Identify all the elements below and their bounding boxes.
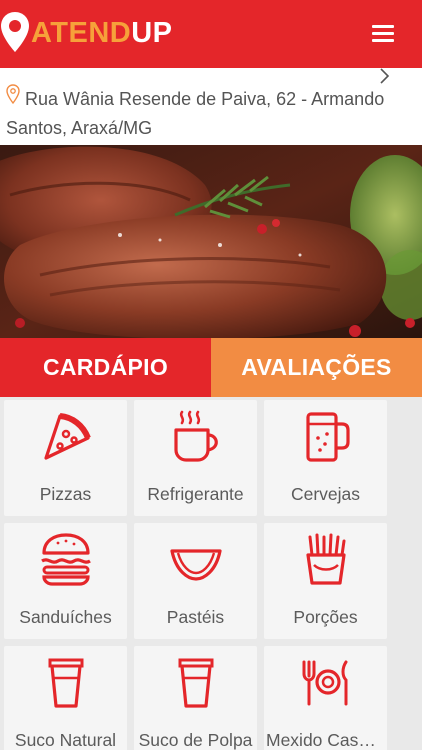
category-label: Sanduíches xyxy=(19,607,112,627)
category-tile-suco-natural[interactable]: Suco Natural xyxy=(4,646,127,750)
cup-icon xyxy=(48,658,84,708)
hot-cup-icon xyxy=(174,410,218,462)
category-label: Mexido Caseiro xyxy=(266,730,387,750)
category-tile-mexido-caseiro[interactable]: Mexido Caseiro xyxy=(264,646,387,750)
logo-text-up: UP xyxy=(131,16,173,49)
hero-image xyxy=(0,145,422,338)
category-label: Pizzas xyxy=(39,484,92,504)
logo-pin-icon xyxy=(1,12,29,52)
category-tile-suco-polpa[interactable]: Suco de Polpa xyxy=(134,646,257,750)
app-logo: ATENDUP xyxy=(0,10,173,56)
burger-icon xyxy=(41,533,91,586)
category-tile-refrigerante[interactable]: Refrigerante xyxy=(134,400,257,516)
section-tabs: CARDÁPIO AVALIAÇÕES xyxy=(0,338,422,397)
category-tile-cervejas[interactable]: Cervejas xyxy=(264,400,387,516)
fries-icon xyxy=(306,533,346,585)
pastel-icon xyxy=(170,549,222,581)
menu-button[interactable] xyxy=(366,22,400,48)
steak-photo xyxy=(0,145,422,338)
address-text: Rua Wânia Resende de Paiva, 62 - Armando… xyxy=(6,89,385,138)
app-header: ATENDUP xyxy=(0,0,422,68)
logo-text-atend: ATEND xyxy=(31,16,132,49)
address-bar: Rua Wânia Resende de Paiva, 62 - Armando… xyxy=(0,68,422,145)
tab-cardapio[interactable]: CARDÁPIO xyxy=(0,338,211,397)
category-tile-sanduiches[interactable]: Sanduíches xyxy=(4,523,127,639)
category-label: Suco Natural xyxy=(14,730,117,750)
category-label: Pastéis xyxy=(166,607,225,627)
chevron-right-icon[interactable] xyxy=(376,68,394,86)
category-label: Suco de Polpa xyxy=(138,730,253,750)
category-tile-pizzas[interactable]: Pizzas xyxy=(4,400,127,516)
cup-icon xyxy=(178,658,214,708)
category-tile-pasteis[interactable]: Pastéis xyxy=(134,523,257,639)
hamburger-menu-icon xyxy=(366,25,400,42)
cutlery-plate-icon xyxy=(302,660,348,706)
category-label: Porções xyxy=(293,607,358,627)
pizza-icon xyxy=(44,413,91,460)
category-label: Cervejas xyxy=(290,484,361,504)
grid-side-margin xyxy=(390,397,422,750)
tab-avaliacoes[interactable]: AVALIAÇÕES xyxy=(211,338,422,397)
category-label: Refrigerante xyxy=(147,484,244,504)
beer-mug-icon xyxy=(306,412,350,462)
category-tile-porcoes[interactable]: Porções xyxy=(264,523,387,639)
